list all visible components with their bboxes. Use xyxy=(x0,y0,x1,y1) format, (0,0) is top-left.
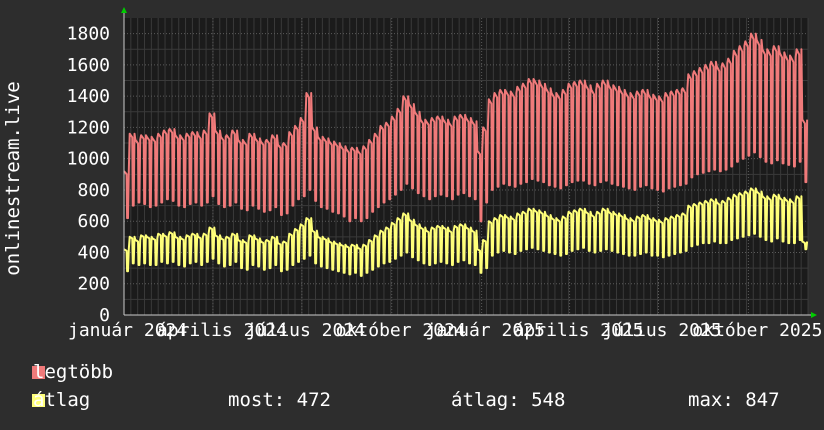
y-tick-label: 1400 xyxy=(67,86,110,107)
stat-max: max: 847 xyxy=(688,389,780,411)
y-tick-label: 1200 xyxy=(67,117,110,138)
legend-label-avg: átlag xyxy=(33,389,91,411)
y-tick-label: 1600 xyxy=(67,55,110,76)
y-tick-label: 1000 xyxy=(67,149,110,170)
y-tick-label: 200 xyxy=(77,274,110,295)
y-tick-label: 800 xyxy=(77,180,110,201)
chart-root: 0 200 400 600 800 1000 1200 1400 1600 1800 január … xyxy=(0,0,824,430)
y-axis-arrow xyxy=(121,7,127,13)
x-tick-label: október 2025 xyxy=(692,320,822,341)
y-axis-label: onlinestream.live xyxy=(2,81,24,275)
legend-label-max: legtöbb xyxy=(33,361,114,383)
y-tick-label: 1800 xyxy=(67,24,110,45)
line-chart: 020040060080010001200140016001800január … xyxy=(2,7,822,341)
y-tick-label: 600 xyxy=(77,211,110,232)
stat-current: most: 472 xyxy=(228,389,331,411)
x-axis-arrow xyxy=(811,312,817,318)
stat-average: átlag: 548 xyxy=(451,389,566,411)
y-tick-label: 400 xyxy=(77,242,110,263)
